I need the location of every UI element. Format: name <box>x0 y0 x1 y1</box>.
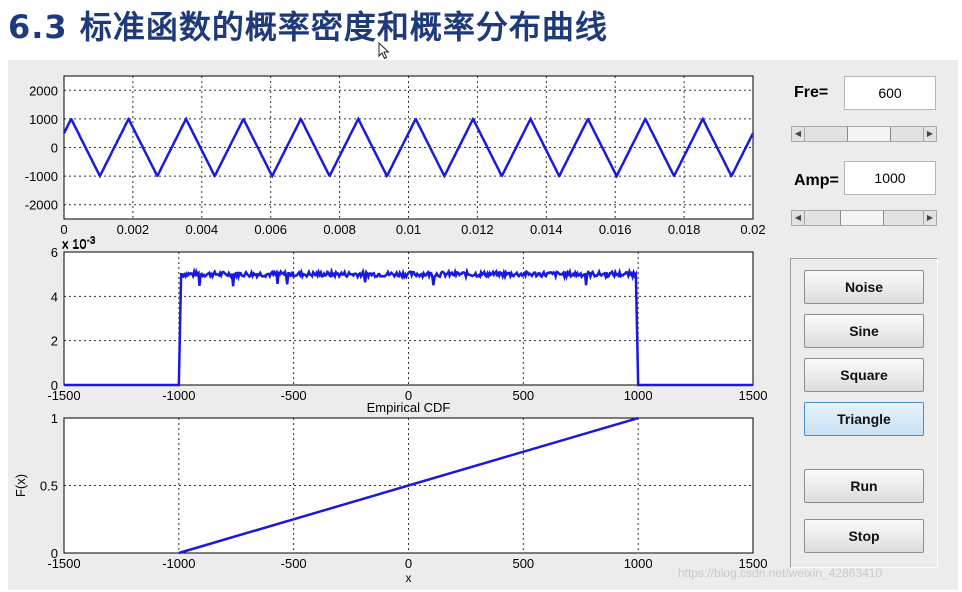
y-tick-label: 0 <box>51 141 58 156</box>
amp-slider[interactable]: ◀ ▶ <box>791 210 937 226</box>
x-tick-label: -1000 <box>162 556 195 571</box>
x-tick-label: -500 <box>281 388 307 403</box>
y-exponent-label: x 10-3 <box>62 236 96 252</box>
fre-label: Fre= <box>794 84 829 101</box>
sine-button[interactable]: Sine <box>804 314 924 348</box>
y-tick-label: 6 <box>51 245 58 260</box>
stop-button[interactable]: Stop <box>804 519 924 553</box>
x-tick-label: 0.014 <box>530 222 563 237</box>
slider-right-arrow-icon[interactable]: ▶ <box>923 127 936 141</box>
x-tick-label: 0.02 <box>740 222 765 237</box>
amp-slider-thumb[interactable] <box>840 211 885 225</box>
x-tick-label: 0.006 <box>254 222 287 237</box>
square-button[interactable]: Square <box>804 358 924 392</box>
y-tick-label: 2000 <box>29 83 58 98</box>
x-tick-label: 0.016 <box>599 222 632 237</box>
x-tick-label: 1500 <box>739 388 768 403</box>
y-axis-label: F(x) <box>13 474 28 497</box>
x-tick-label: 0.01 <box>396 222 421 237</box>
plots-area: 0 0.002 0.004 0.006 0.008 0.01 0.012 0.014 0.016… <box>13 75 767 585</box>
y-exponent-power: -3 <box>87 236 96 247</box>
x-axis-label: x <box>406 571 412 585</box>
chart-title: Empirical CDF <box>367 400 451 415</box>
slider-left-arrow-icon[interactable]: ◀ <box>792 127 805 141</box>
y-tick-label: 0.5 <box>40 479 58 494</box>
matlab-gui-window: 0 0.002 0.004 0.006 0.008 0.01 0.012 0.014 0.016… <box>8 60 958 590</box>
y-tick-label: 1 <box>51 411 58 426</box>
fre-slider-thumb[interactable] <box>846 127 891 141</box>
x-tick-label: -500 <box>281 556 307 571</box>
mouse-pointer-icon <box>378 42 390 60</box>
y-tick-label: -1000 <box>25 169 58 184</box>
x-tick-label: 0.018 <box>668 222 701 237</box>
x-tick-label: 0.002 <box>117 222 150 237</box>
x-tick-label: 1000 <box>624 388 653 403</box>
slide-title: 6.3 标准函数的概率密度和概率分布曲线 <box>8 8 608 46</box>
probability-density-plot: -1500 -1000 -500 0 500 1000 15006420x 10-3 <box>47 236 767 403</box>
x-tick-label: 0.008 <box>323 222 356 237</box>
x-tick-label: 500 <box>512 556 534 571</box>
run-button[interactable]: Run <box>804 469 924 503</box>
amp-label: Amp= <box>794 172 839 189</box>
triangle-button[interactable]: Triangle <box>804 402 924 436</box>
y-tick-label: 4 <box>51 289 58 304</box>
x-tick-label: 500 <box>512 388 534 403</box>
fre-input[interactable]: 600 <box>844 76 936 110</box>
x-tick-label: 1000 <box>624 556 653 571</box>
empirical-cdf-plot: -1500 -1000 -500 0 500 1000 150010.50Empirical… <box>13 400 767 585</box>
time-waveform-plot: 0 0.002 0.004 0.006 0.008 0.01 0.012 0.014 0.016… <box>25 75 766 251</box>
y-tick-label: 0 <box>51 546 58 561</box>
x-tick-label: -1000 <box>162 388 195 403</box>
x-tick-label: 0.004 <box>186 222 219 237</box>
amp-input[interactable]: 1000 <box>844 161 936 195</box>
y-tick-label: 1000 <box>29 112 58 127</box>
slider-left-arrow-icon[interactable]: ◀ <box>792 211 805 225</box>
y-tick-label: 0 <box>51 378 58 393</box>
button-panel: Noise Sine Square Triangle Run Stop <box>790 258 938 568</box>
y-tick-label: 2 <box>51 334 58 349</box>
noise-button[interactable]: Noise <box>804 270 924 304</box>
y-tick-label: -2000 <box>25 198 58 213</box>
x-tick-label: 0 <box>405 556 412 571</box>
x-tick-label: 0.012 <box>461 222 494 237</box>
fre-slider[interactable]: ◀ ▶ <box>791 126 937 142</box>
slider-right-arrow-icon[interactable]: ▶ <box>923 211 936 225</box>
x-tick-label: 0 <box>60 222 67 237</box>
watermark: https://blog.csdn.net/weixin_42863410 <box>678 566 883 580</box>
